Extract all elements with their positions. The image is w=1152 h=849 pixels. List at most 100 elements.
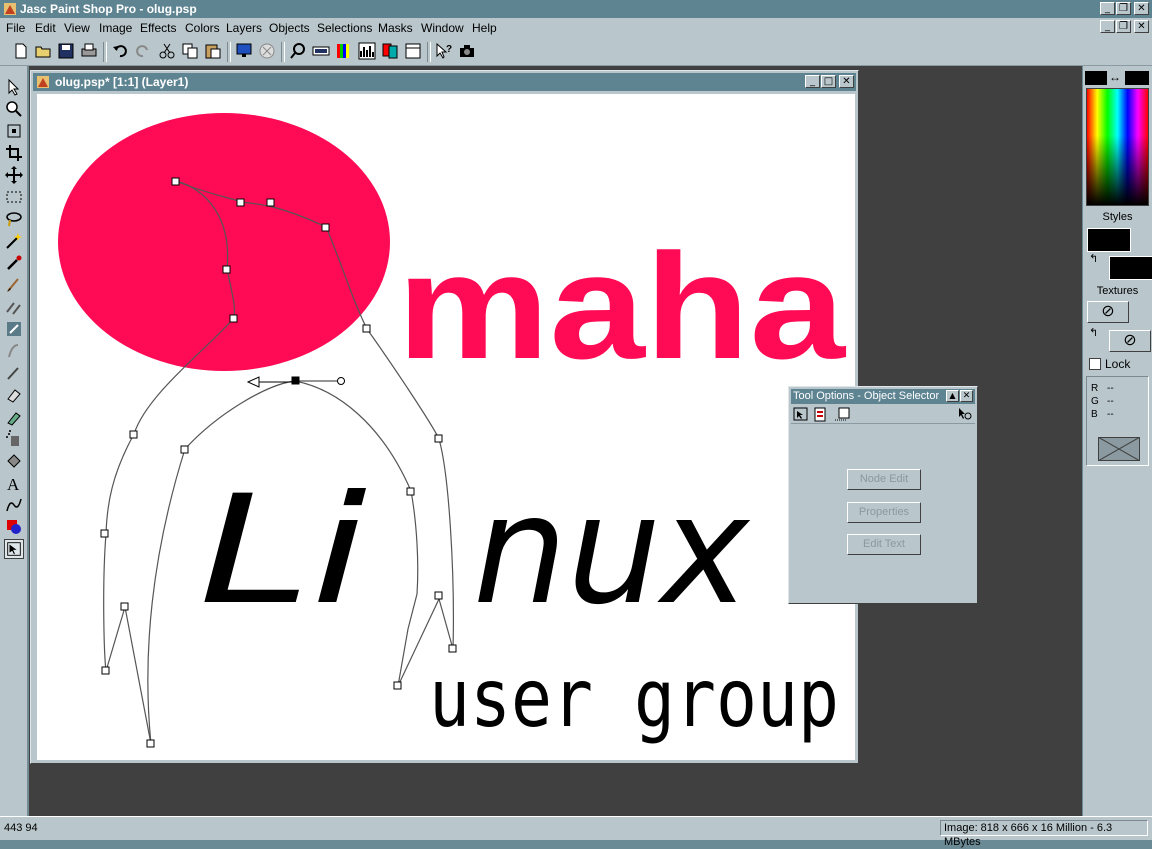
background-style-swatch[interactable] — [1109, 256, 1152, 280]
minimize-icon[interactable]: _ — [1100, 2, 1115, 15]
retouch-tool-icon[interactable] — [4, 341, 24, 361]
style-arrow-icon[interactable]: ▷ — [1120, 234, 1128, 245]
scratch-remover-tool-icon[interactable] — [4, 363, 24, 383]
menu-masks[interactable]: Masks — [378, 21, 413, 35]
paste-icon[interactable] — [204, 42, 222, 60]
color-replacer-tool-icon[interactable] — [4, 319, 24, 339]
tool-options-help-icon[interactable] — [957, 407, 973, 422]
document-title-bar[interactable]: olug.psp* [1:1] (Layer1) _ □ ✕ — [33, 73, 856, 91]
arrow-tool-icon[interactable] — [4, 77, 24, 97]
lock-checkbox[interactable] — [1089, 358, 1101, 370]
clone-brush-tool-icon[interactable] — [4, 297, 24, 317]
swap-colors-icon[interactable]: ↔ — [1109, 70, 1121, 84]
foreground-texture-none-icon[interactable]: ⊘ — [1087, 301, 1129, 323]
print-icon[interactable] — [80, 42, 98, 60]
draw-tool-icon[interactable] — [4, 495, 24, 515]
toolbar-toggle-icon[interactable] — [312, 42, 330, 60]
tool-options-tab-3-icon[interactable] — [833, 407, 851, 422]
foreground-swatch[interactable] — [1085, 71, 1107, 85]
text-tool-icon[interactable]: A — [4, 473, 24, 493]
zoom-icon[interactable] — [289, 42, 307, 60]
tool-palette: A — [0, 66, 28, 816]
zoom-tool-icon[interactable] — [4, 99, 24, 119]
doc-restore-icon[interactable]: ❐ — [1116, 20, 1131, 33]
menu-selections[interactable]: Selections — [317, 21, 372, 35]
color-palette-icon[interactable] — [335, 42, 353, 60]
edit-text-button[interactable]: Edit Text — [847, 534, 921, 555]
full-screen-preview-icon[interactable] — [235, 42, 253, 60]
background-swatch[interactable] — [1125, 71, 1149, 85]
menu-objects[interactable]: Objects — [269, 21, 310, 35]
document-title: olug.psp* [1:1] (Layer1) — [55, 75, 189, 89]
document-window: olug.psp* [1:1] (Layer1) _ □ ✕ maha Li n… — [30, 70, 859, 764]
menu-image[interactable]: Image — [99, 21, 132, 35]
lasso-tool-icon[interactable] — [4, 209, 24, 229]
layer-palette-icon[interactable] — [381, 42, 399, 60]
linux-text-nux: nux — [473, 464, 751, 638]
document-minimize-icon[interactable]: _ — [805, 75, 820, 88]
cut-icon[interactable] — [158, 42, 176, 60]
flood-fill-tool-icon[interactable] — [4, 451, 24, 471]
color-palette: ↔ Styles ▷ ↰ Textures ⊘ ↰ ⊘ Lock R -- G … — [1083, 66, 1152, 816]
magic-wand-tool-icon[interactable] — [4, 231, 24, 251]
document-icon — [37, 76, 49, 88]
app-title-bar: Jasc Paint Shop Pro - olug.psp _ ❐ ✕ — [0, 0, 1152, 18]
swap-textures-icon[interactable]: ↰ — [1089, 326, 1098, 339]
menu-layers[interactable]: Layers — [226, 21, 262, 35]
menu-effects[interactable]: Effects — [140, 21, 176, 35]
menu-file[interactable]: File — [6, 21, 25, 35]
open-folder-icon[interactable] — [34, 42, 52, 60]
histogram-icon[interactable] — [358, 42, 376, 60]
mover-tool-icon[interactable] — [4, 165, 24, 185]
tool-options-tab-1-icon[interactable] — [793, 407, 809, 422]
deform-tool-icon[interactable] — [4, 121, 24, 141]
redo-icon[interactable] — [134, 42, 152, 60]
preset-shapes-tool-icon[interactable] — [4, 517, 24, 537]
menu-window[interactable]: Window — [421, 21, 464, 35]
document-close-icon[interactable]: ✕ — [839, 75, 854, 88]
picture-tube-tool-icon[interactable] — [4, 407, 24, 427]
menu-colors[interactable]: Colors — [185, 21, 220, 35]
color-spectrum[interactable] — [1086, 88, 1149, 206]
save-icon[interactable] — [57, 42, 75, 60]
tool-options-close-icon[interactable]: ✕ — [960, 390, 973, 402]
document-maximize-icon[interactable]: □ — [821, 75, 836, 88]
menu-view[interactable]: View — [64, 21, 90, 35]
context-help-icon[interactable]: ? — [435, 42, 453, 60]
paint-brush-tool-icon[interactable] — [4, 275, 24, 295]
menu-edit[interactable]: Edit — [35, 21, 56, 35]
tool-options-rollup-icon[interactable]: ▲ — [946, 390, 959, 402]
doc-minimize-icon[interactable]: _ — [1100, 20, 1115, 33]
app-icon[interactable] — [3, 2, 17, 16]
object-selector-tool-icon[interactable] — [4, 539, 24, 559]
r-label: R — [1091, 383, 1099, 394]
undo-icon[interactable] — [111, 42, 129, 60]
new-file-icon[interactable] — [12, 42, 30, 60]
restore-icon[interactable]: ❐ — [1116, 2, 1131, 15]
status-bar: 443 94 Image: 818 x 666 x 16 Million - 6… — [0, 816, 1152, 848]
crop-tool-icon[interactable] — [4, 143, 24, 163]
cursor-coordinates: 443 94 — [4, 822, 38, 834]
image-canvas[interactable]: maha Li nux user group — [37, 94, 855, 760]
browse-icon[interactable] — [258, 42, 276, 60]
background-texture-none-icon[interactable]: ⊘ — [1109, 330, 1151, 352]
eraser-tool-icon[interactable] — [4, 385, 24, 405]
camera-icon[interactable] — [458, 42, 476, 60]
properties-button[interactable]: Properties — [847, 502, 921, 523]
menu-help[interactable]: Help — [472, 21, 497, 35]
linux-text-li: Li — [199, 464, 367, 638]
tool-options-window: Tool Options - Object Selector ▲ ✕ Node … — [788, 386, 978, 604]
overview-window-icon[interactable] — [404, 42, 422, 60]
copy-icon[interactable] — [181, 42, 199, 60]
selection-tool-icon[interactable] — [4, 187, 24, 207]
r-value: -- — [1107, 383, 1114, 394]
tool-options-tab-2-icon[interactable] — [813, 407, 829, 422]
g-label: G — [1091, 396, 1099, 407]
node-edit-button[interactable]: Node Edit — [847, 469, 921, 490]
airbrush-tool-icon[interactable] — [4, 429, 24, 449]
close-icon[interactable]: ✕ — [1134, 2, 1149, 15]
tool-options-title-bar[interactable]: Tool Options - Object Selector ▲ ✕ — [791, 389, 975, 404]
doc-close-icon[interactable]: ✕ — [1134, 20, 1149, 33]
dropper-tool-icon[interactable] — [4, 253, 24, 273]
swap-styles-icon[interactable]: ↰ — [1089, 252, 1098, 265]
